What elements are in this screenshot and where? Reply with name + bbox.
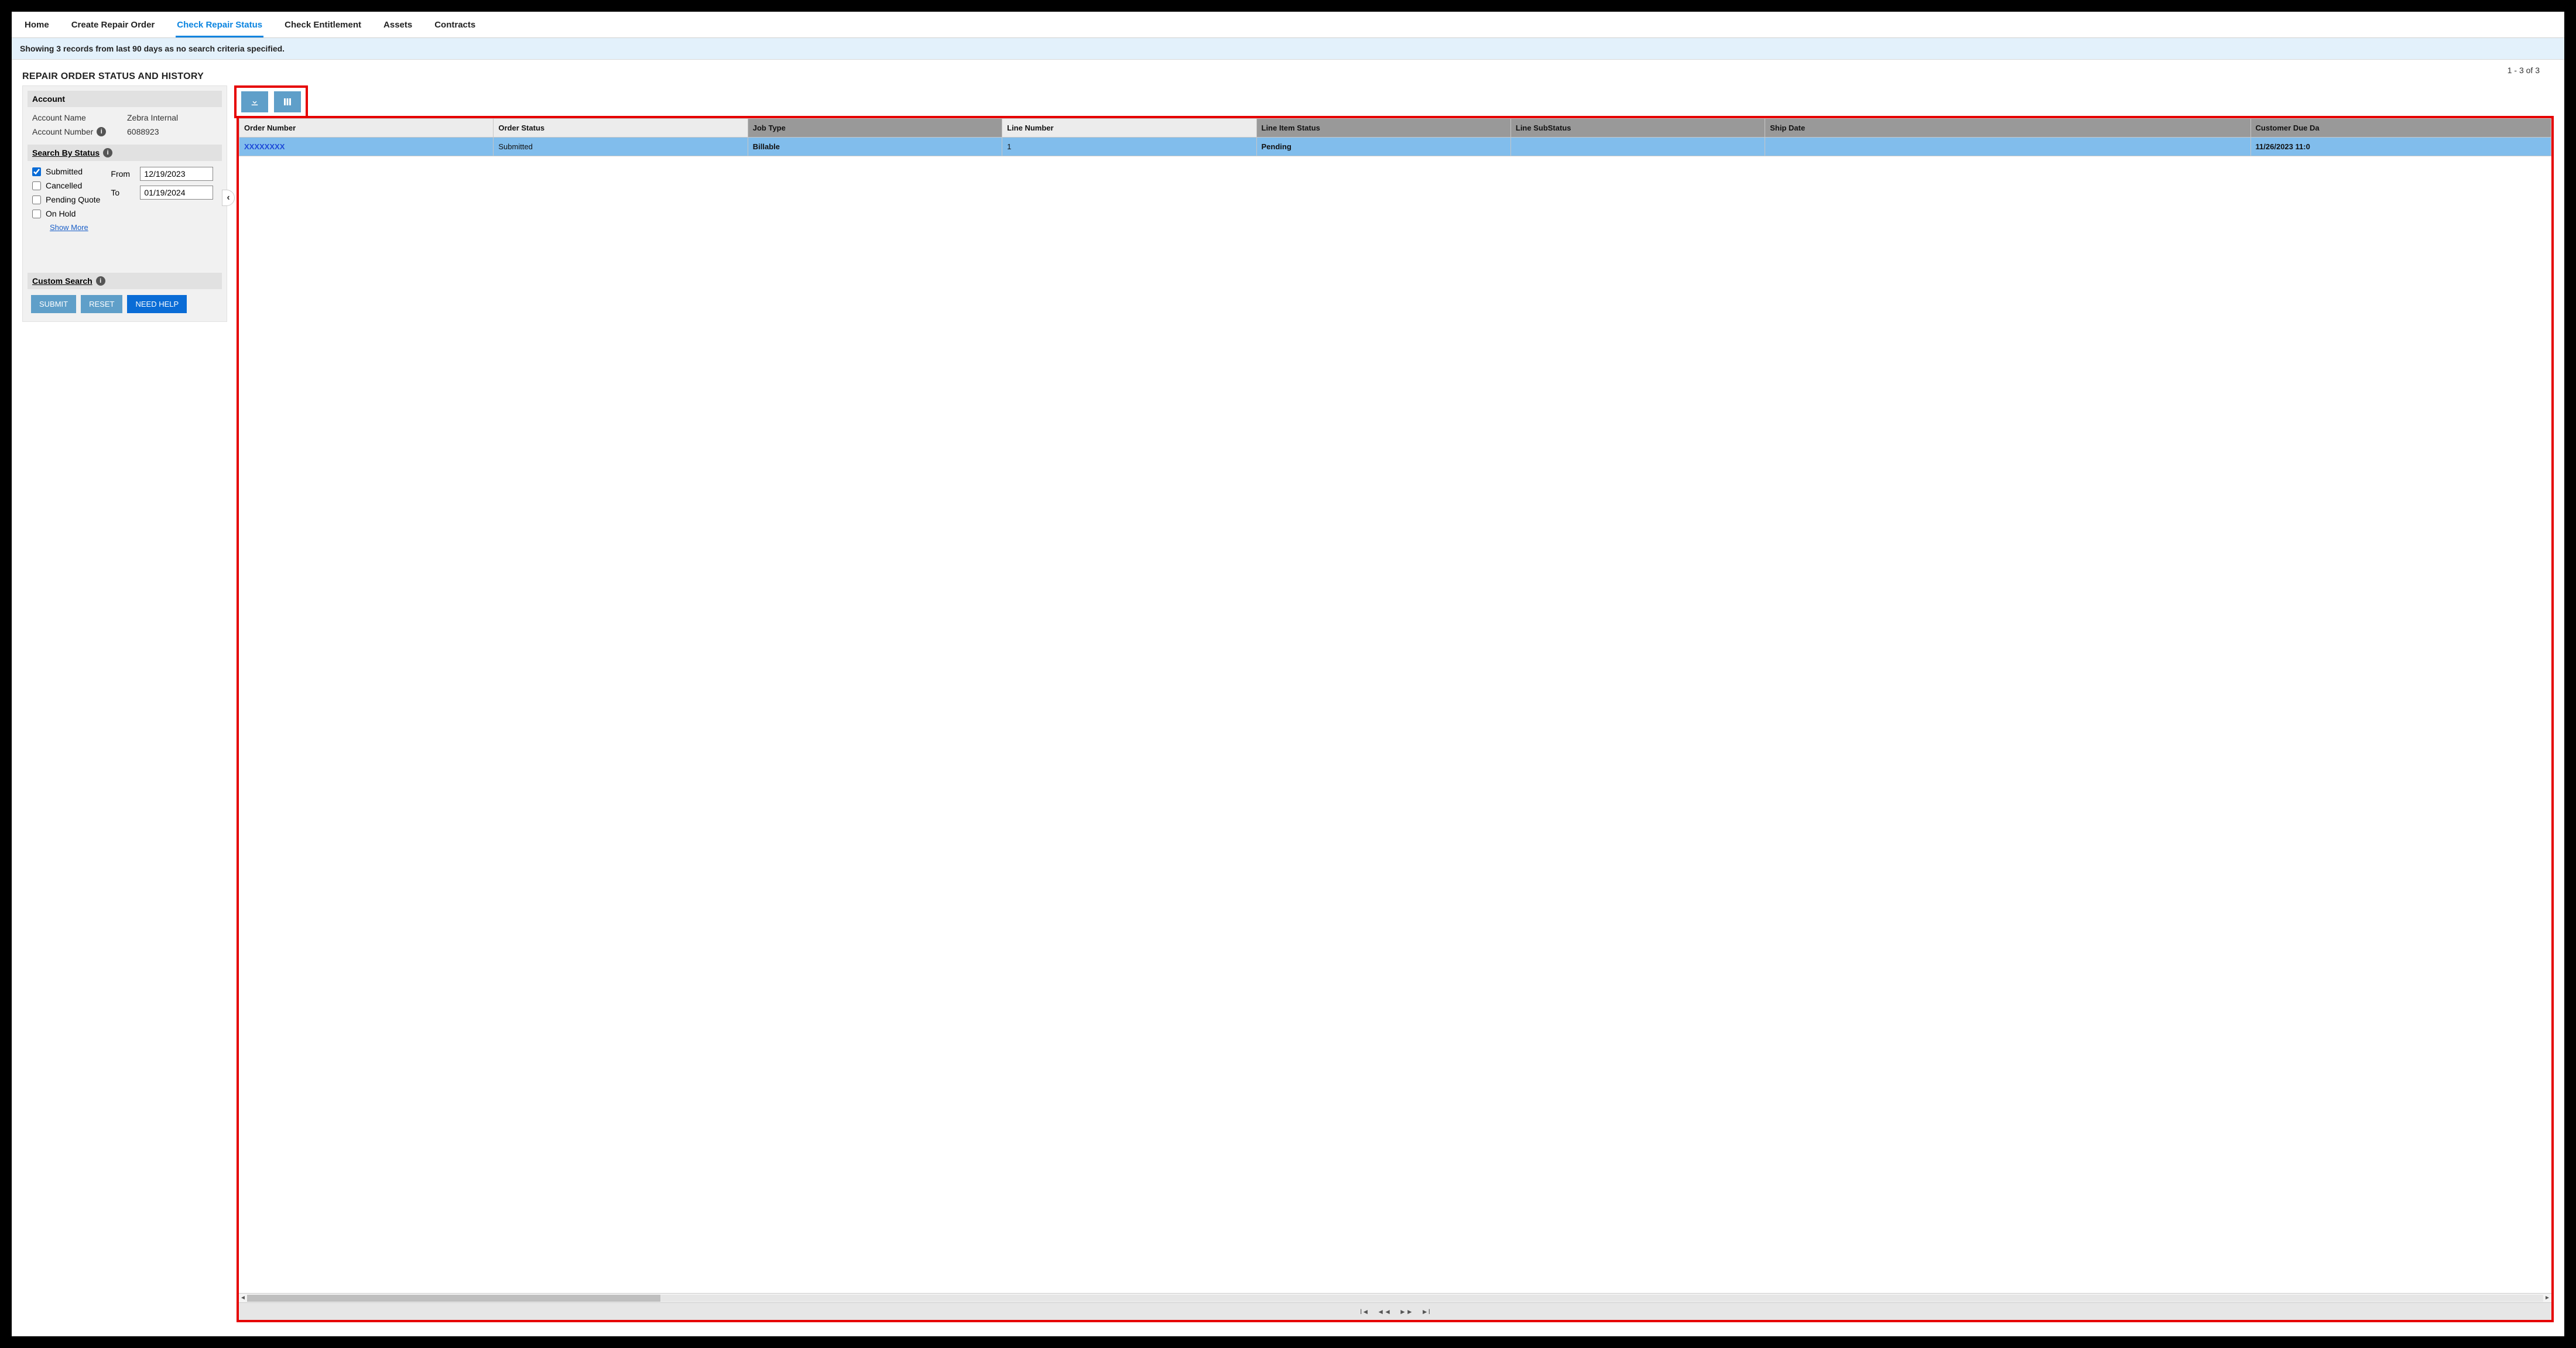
pager-last-icon[interactable]: ►I — [1420, 1308, 1431, 1316]
tab-create-repair-order[interactable]: Create Repair Order — [70, 16, 156, 37]
scroll-thumb[interactable] — [247, 1295, 660, 1302]
cell-line-item-status: Pending — [1256, 138, 1510, 156]
checkbox-submitted[interactable] — [32, 167, 41, 176]
col-order-number[interactable]: Order Number — [239, 119, 494, 138]
cell-line-number: 1 — [1002, 138, 1256, 156]
table-toolbar-highlight — [234, 85, 308, 118]
cell-customer-due: 11/26/2023 11:0 — [2250, 138, 2551, 156]
cell-ship-date — [1765, 138, 2250, 156]
checkbox-on-hold-label: On Hold — [46, 209, 76, 218]
scroll-left-icon[interactable]: ◄ — [239, 1295, 247, 1301]
to-label: To — [111, 188, 135, 197]
page-title: REPAIR ORDER STATUS AND HISTORY — [22, 71, 204, 82]
pager-next-icon[interactable]: ►► — [1398, 1308, 1414, 1316]
tab-assets[interactable]: Assets — [382, 16, 413, 37]
col-job-type[interactable]: Job Type — [748, 119, 1002, 138]
record-count: 1 - 3 of 3 — [2508, 66, 2540, 75]
horizontal-scrollbar[interactable]: ◄ ► — [239, 1293, 2551, 1302]
checkbox-submitted-label: Submitted — [46, 167, 83, 176]
status-check-on-hold[interactable]: On Hold — [32, 209, 100, 218]
results-table: Order Number Order Status Job Type Line … — [239, 118, 2551, 156]
app-frame: Home Create Repair Order Check Repair St… — [12, 12, 2564, 1336]
status-block: Submitted Cancelled Pending Quote O — [28, 161, 222, 238]
need-help-button[interactable]: NEED HELP — [127, 295, 187, 313]
account-number-label-text: Account Number — [32, 127, 93, 136]
checkbox-cancelled[interactable] — [32, 181, 41, 190]
table-row[interactable]: XXXXXXXX Submitted Billable 1 Pending 11… — [239, 138, 2551, 156]
pager: I◄ ◄◄ ►► ►I — [239, 1302, 2551, 1320]
table-scroll[interactable]: Order Number Order Status Job Type Line … — [239, 118, 2551, 1293]
columns-button[interactable] — [274, 91, 301, 112]
from-date-input[interactable] — [140, 167, 213, 181]
sidebar-collapse-handle[interactable]: ‹ — [222, 190, 235, 206]
col-line-number[interactable]: Line Number — [1002, 119, 1256, 138]
pager-prev-icon[interactable]: ◄◄ — [1376, 1308, 1392, 1316]
col-ship-date[interactable]: Ship Date — [1765, 119, 2250, 138]
col-order-status[interactable]: Order Status — [494, 119, 748, 138]
status-checkbox-col: Submitted Cancelled Pending Quote O — [32, 167, 100, 232]
col-line-item-status[interactable]: Line Item Status — [1256, 119, 1510, 138]
scroll-right-icon[interactable]: ► — [2543, 1295, 2551, 1301]
checkbox-on-hold[interactable] — [32, 210, 41, 218]
columns-icon — [282, 97, 293, 107]
scroll-track[interactable] — [247, 1295, 2543, 1302]
sidebar: Account Account Name Zebra Internal Acco… — [22, 85, 227, 322]
action-button-row: SUBMIT RESET NEED HELP — [28, 289, 222, 317]
checkbox-pending-quote[interactable] — [32, 195, 41, 204]
cell-order-status: Submitted — [494, 138, 748, 156]
table-highlight-box: Order Number Order Status Job Type Line … — [237, 116, 2554, 1322]
cell-line-substatus — [1510, 138, 1765, 156]
table-area: Order Number Order Status Job Type Line … — [237, 85, 2554, 1322]
account-name-label: Account Name — [32, 113, 120, 122]
account-section-header: Account — [28, 91, 222, 107]
account-number-label: Account Number i — [32, 127, 120, 136]
from-label: From — [111, 169, 135, 179]
content-row: Account Account Name Zebra Internal Acco… — [12, 82, 2564, 1336]
tab-check-repair-status[interactable]: Check Repair Status — [176, 16, 263, 37]
table-header-row: Order Number Order Status Job Type Line … — [239, 119, 2551, 138]
checkbox-pending-quote-label: Pending Quote — [46, 195, 100, 204]
checkbox-cancelled-label: Cancelled — [46, 181, 82, 190]
tab-home[interactable]: Home — [23, 16, 50, 37]
info-icon[interactable]: i — [103, 148, 112, 157]
reset-button[interactable]: RESET — [81, 295, 122, 313]
search-by-status-header[interactable]: Search By Status i — [28, 145, 222, 161]
tab-check-entitlement[interactable]: Check Entitlement — [283, 16, 362, 37]
col-customer-due[interactable]: Customer Due Da — [2250, 119, 2551, 138]
custom-search-header[interactable]: Custom Search i — [28, 273, 222, 289]
title-row: REPAIR ORDER STATUS AND HISTORY 1 - 3 of… — [12, 60, 2564, 82]
account-number-value: 6088923 — [127, 127, 217, 136]
account-name-value: Zebra Internal — [127, 113, 217, 122]
status-check-submitted[interactable]: Submitted — [32, 167, 100, 176]
custom-search-label: Custom Search — [32, 276, 93, 286]
show-more-link[interactable]: Show More — [50, 223, 100, 232]
info-icon[interactable]: i — [96, 276, 105, 286]
chevron-left-icon: ‹ — [227, 193, 229, 203]
search-by-status-label: Search By Status — [32, 148, 100, 157]
to-date-input[interactable] — [140, 186, 213, 200]
pager-first-icon[interactable]: I◄ — [1359, 1308, 1370, 1316]
tab-bar: Home Create Repair Order Check Repair St… — [12, 12, 2564, 38]
account-section-body: Account Name Zebra Internal Account Numb… — [28, 107, 222, 145]
cell-order-number[interactable]: XXXXXXXX — [239, 138, 494, 156]
col-line-substatus[interactable]: Line SubStatus — [1510, 119, 1765, 138]
submit-button[interactable]: SUBMIT — [31, 295, 76, 313]
info-icon[interactable]: i — [97, 127, 106, 136]
tab-contracts[interactable]: Contracts — [433, 16, 477, 37]
main-content: REPAIR ORDER STATUS AND HISTORY 1 - 3 of… — [12, 60, 2564, 1336]
cell-job-type: Billable — [748, 138, 1002, 156]
notice-banner: Showing 3 records from last 90 days as n… — [12, 38, 2564, 60]
status-check-cancelled[interactable]: Cancelled — [32, 181, 100, 190]
status-check-pending-quote[interactable]: Pending Quote — [32, 195, 100, 204]
date-range-col: From To — [111, 167, 213, 232]
download-button[interactable] — [241, 91, 268, 112]
download-icon — [249, 97, 260, 107]
